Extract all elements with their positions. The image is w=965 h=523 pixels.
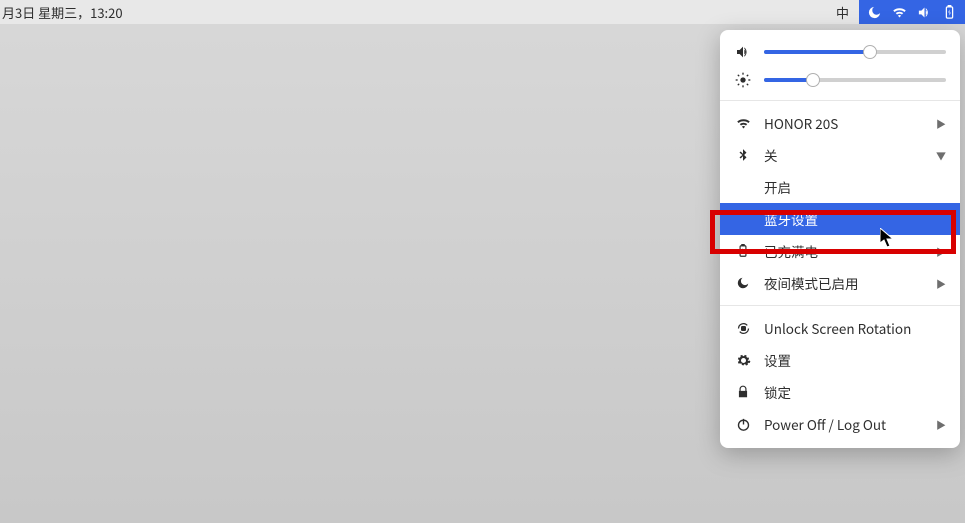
settings-item[interactable]: 设置: [720, 344, 960, 376]
chevron-right-icon: ▶: [936, 276, 946, 291]
bluetooth-on-item[interactable]: 开启: [720, 171, 960, 203]
ime-indicator[interactable]: 中: [826, 0, 859, 24]
gear-icon: [734, 353, 752, 368]
rotation-label: Unlock Screen Rotation: [764, 318, 946, 338]
wifi-menu-item[interactable]: HONOR 20S ▶: [720, 107, 960, 139]
night-mode-icon: [867, 5, 882, 20]
brightness-icon: [734, 72, 752, 88]
chevron-right-icon: ▶: [936, 417, 946, 432]
power-off-item[interactable]: Power Off / Log Out ▶: [720, 408, 960, 440]
battery-icon: [942, 5, 957, 20]
chevron-right-icon: ▶: [936, 244, 946, 259]
rotation-lock-icon: [734, 321, 752, 336]
power-status-label: 已充满电: [764, 241, 924, 261]
wifi-icon: [734, 116, 752, 131]
system-menu-panel: HONOR 20S ▶ 关 ▼ 开启 蓝牙设置 已充满电 ▶ 夜间模式已启用 ▶…: [720, 30, 960, 448]
datetime-label: 月3日 星期三，13:20: [0, 3, 826, 22]
bluetooth-settings-item[interactable]: 蓝牙设置: [720, 203, 960, 235]
rotation-item[interactable]: Unlock Screen Rotation: [720, 312, 960, 344]
night-mode-label: 夜间模式已启用: [764, 273, 924, 293]
topbar-right: 中: [826, 0, 965, 24]
brightness-slider[interactable]: [764, 78, 946, 82]
power-status-item[interactable]: 已充满电 ▶: [720, 235, 960, 267]
settings-label: 设置: [764, 350, 946, 370]
lock-label: 锁定: [764, 382, 946, 402]
power-off-label: Power Off / Log Out: [764, 414, 924, 434]
night-mode-item[interactable]: 夜间模式已启用 ▶: [720, 267, 960, 299]
bluetooth-icon: [734, 148, 752, 162]
lock-icon: [734, 385, 752, 399]
battery-icon: [734, 244, 752, 258]
top-bar: 月3日 星期三，13:20 中: [0, 0, 965, 24]
divider: [720, 100, 960, 101]
volume-slider-row: [720, 38, 960, 66]
bluetooth-label: 关: [764, 145, 924, 165]
volume-slider[interactable]: [764, 50, 946, 54]
chevron-down-icon: ▼: [936, 148, 946, 163]
brightness-slider-row: [720, 66, 960, 94]
wifi-label: HONOR 20S: [764, 113, 924, 133]
divider: [720, 305, 960, 306]
lock-item[interactable]: 锁定: [720, 376, 960, 408]
bluetooth-menu-item[interactable]: 关 ▼: [720, 139, 960, 171]
volume-icon: [917, 5, 932, 20]
power-icon: [734, 417, 752, 432]
chevron-right-icon: ▶: [936, 116, 946, 131]
wifi-icon: [892, 5, 907, 20]
system-tray[interactable]: [859, 0, 965, 24]
night-mode-icon: [734, 276, 752, 290]
volume-icon: [734, 44, 752, 60]
